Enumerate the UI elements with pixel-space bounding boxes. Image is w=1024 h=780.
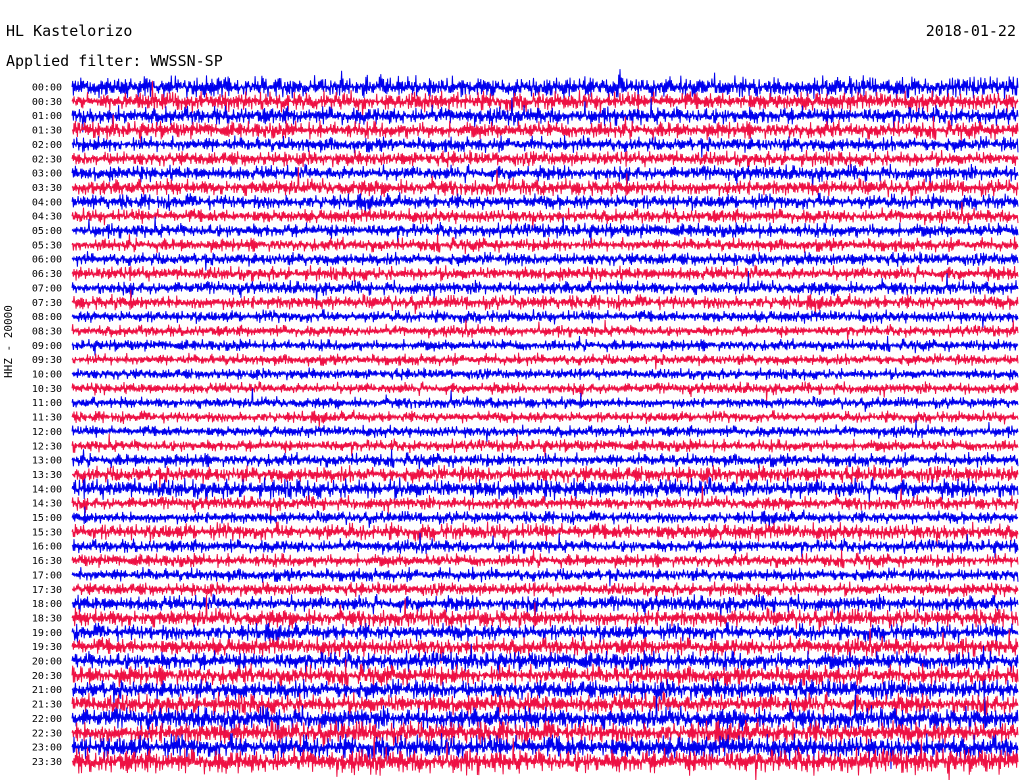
time-tick-label: 23:30 — [32, 757, 62, 768]
trace-1100 — [71, 388, 1019, 412]
time-tick-label: 06:30 — [32, 269, 62, 280]
trace-0900 — [71, 335, 1019, 356]
time-tick-label: 04:00 — [32, 197, 62, 208]
time-tick-label: 22:00 — [32, 714, 62, 725]
trace-group — [71, 69, 1019, 780]
trace-1030 — [71, 381, 1019, 402]
trace-1330 — [72, 464, 1019, 490]
time-tick-label: 08:00 — [32, 312, 62, 323]
time-tick-label: 11:00 — [32, 398, 62, 409]
time-tick-label: 13:00 — [32, 456, 62, 467]
time-tick-label: 14:00 — [32, 484, 62, 495]
time-tick-label: 23:00 — [32, 743, 62, 754]
trace-1730 — [71, 581, 1019, 598]
time-tick-label: 13:30 — [32, 470, 62, 481]
time-tick-label: 18:30 — [32, 613, 62, 624]
time-tick-label: 19:00 — [32, 628, 62, 639]
time-tick-label: 00:30 — [32, 97, 62, 108]
trace-0500 — [71, 216, 1019, 244]
time-tick-label: 18:00 — [32, 599, 62, 610]
time-tick-label: 17:30 — [32, 585, 62, 596]
time-tick-label: 12:30 — [32, 441, 62, 452]
time-tick-label: 11:30 — [32, 413, 62, 424]
time-tick-label: 02:00 — [32, 140, 62, 151]
trace-1700 — [71, 566, 1019, 587]
trace-0930 — [71, 352, 1019, 370]
time-tick-label: 07:00 — [32, 283, 62, 294]
time-tick-label: 16:30 — [32, 556, 62, 567]
trace-1130 — [71, 409, 1019, 427]
time-tick-label: 14:30 — [32, 499, 62, 510]
time-tick-label: 17:00 — [32, 570, 62, 581]
trace-0630 — [71, 264, 1019, 284]
time-tick-label: 05:30 — [32, 240, 62, 251]
time-tick-label: 02:30 — [32, 154, 62, 165]
time-tick-label: 06:00 — [32, 255, 62, 266]
trace-0800 — [71, 309, 1019, 329]
trace-1630 — [71, 549, 1019, 570]
time-tick-label: 07:30 — [32, 298, 62, 309]
time-tick-labels: 00:00 00:30 01:00 01:30 02:00 02:30 03:00 03:30… — [32, 83, 62, 768]
trace-0230 — [71, 149, 1019, 168]
time-tick-label: 16:00 — [32, 542, 62, 553]
trace-1500 — [71, 506, 1019, 529]
time-tick-label: 01:00 — [32, 111, 62, 122]
time-tick-label: 09:30 — [32, 355, 62, 366]
trace-1000 — [71, 367, 1019, 381]
time-tick-label: 00:00 — [32, 83, 62, 94]
time-tick-label: 08:30 — [32, 326, 62, 337]
time-tick-label: 10:30 — [32, 384, 62, 395]
trace-1200 — [71, 419, 1019, 443]
trace-0830 — [71, 319, 1019, 341]
time-tick-label: 01:30 — [32, 126, 62, 137]
time-tick-label: 10:00 — [32, 370, 62, 381]
time-tick-label: 21:30 — [32, 700, 62, 711]
trace-2030 — [71, 659, 1019, 689]
time-tick-label: 22:30 — [32, 728, 62, 739]
time-tick-label: 15:00 — [32, 513, 62, 524]
time-tick-label: 03:30 — [32, 183, 62, 194]
time-tick-label: 04:30 — [32, 212, 62, 223]
trace-0600 — [71, 251, 1019, 271]
time-tick-label: 12:00 — [32, 427, 62, 438]
time-tick-label: 09:00 — [32, 341, 62, 352]
time-tick-label: 20:30 — [32, 671, 62, 682]
time-tick-label: 19:30 — [32, 642, 62, 653]
time-tick-label: 05:00 — [32, 226, 62, 237]
time-tick-label: 03:00 — [32, 169, 62, 180]
time-tick-label: 15:30 — [32, 527, 62, 538]
trace-1230 — [71, 433, 1019, 457]
time-tick-label: 20:00 — [32, 657, 62, 668]
time-tick-label: 21:00 — [32, 685, 62, 696]
trace-0400 — [71, 192, 1019, 215]
helicorder-plot: 00:00 00:30 01:00 01:30 02:00 02:30 03:00 03:30… — [32, 69, 1019, 780]
